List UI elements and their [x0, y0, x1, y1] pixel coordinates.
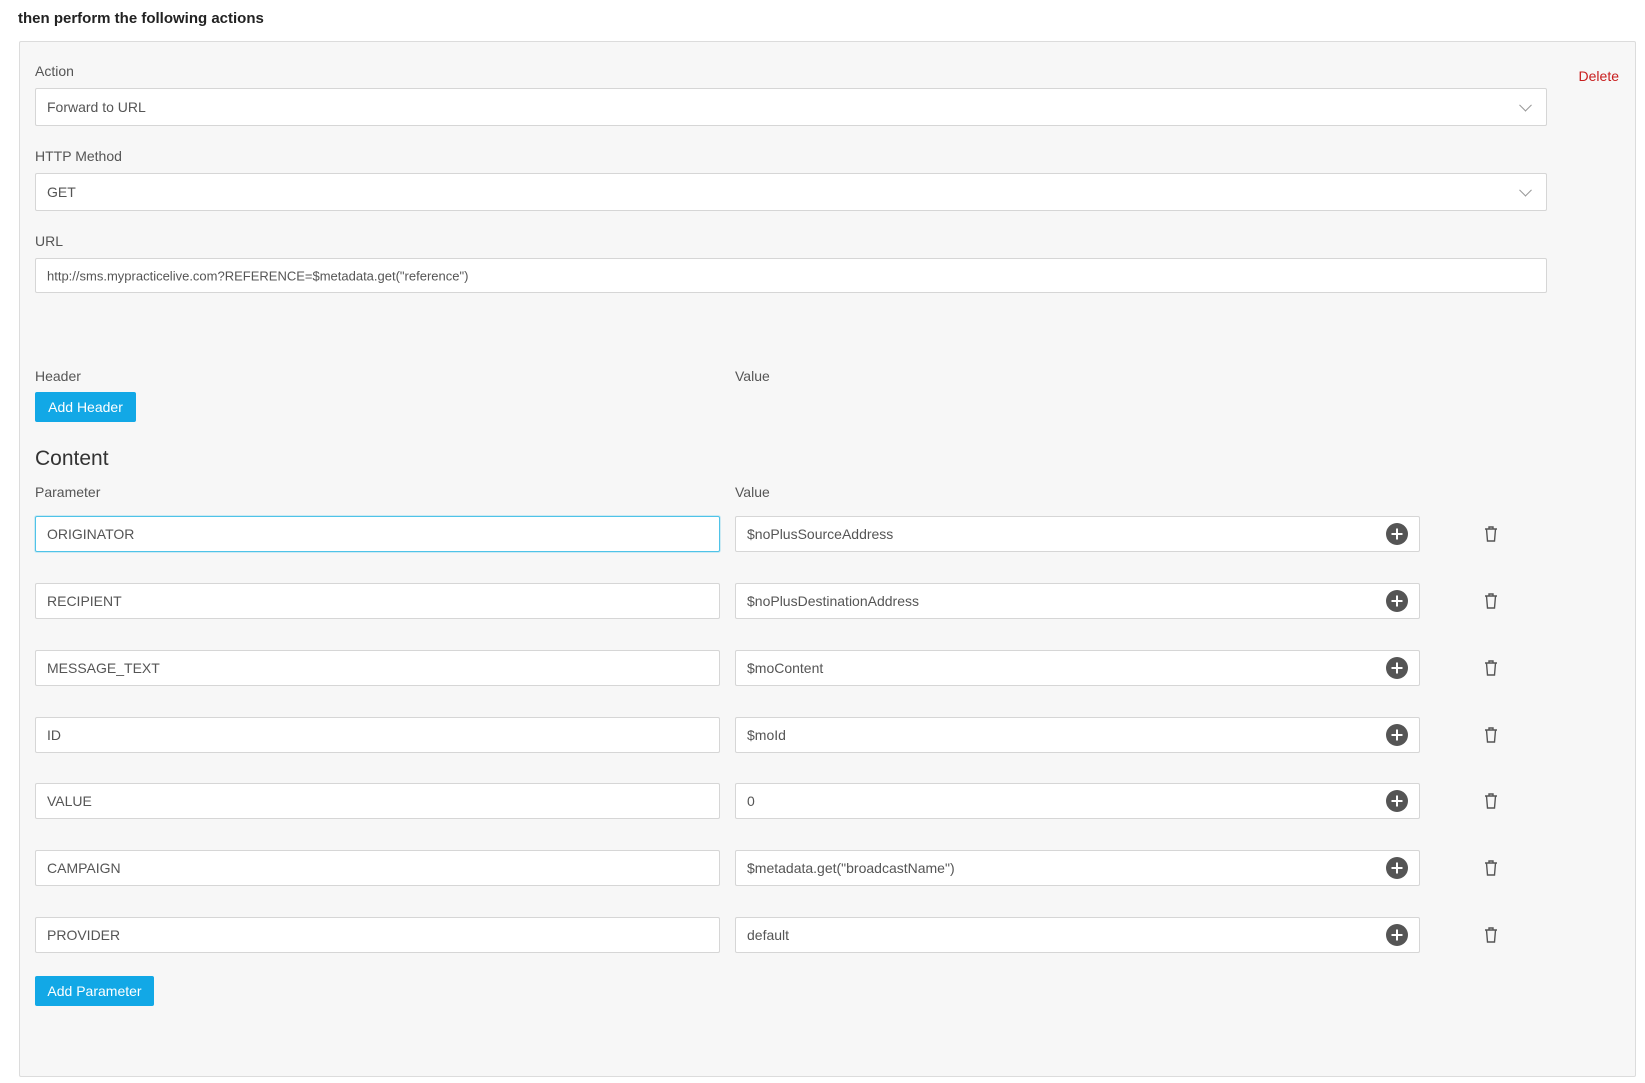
plus-circle-icon[interactable] — [1386, 590, 1408, 612]
trash-icon[interactable] — [1483, 592, 1499, 610]
http-method-label: HTTP Method — [35, 148, 122, 164]
section-title: then perform the following actions — [18, 10, 264, 27]
action-label: Action — [35, 63, 74, 79]
value-input-value: $noPlusSourceAddress — [747, 526, 894, 542]
action-select-value: Forward to URL — [47, 99, 146, 115]
url-input-value: http://sms.mypracticelive.com?REFERENCE=… — [47, 268, 469, 283]
trash-icon[interactable] — [1483, 525, 1499, 543]
chevron-down-icon — [1519, 183, 1532, 197]
http-method-select-value: GET — [47, 184, 76, 200]
plus-circle-icon[interactable] — [1386, 724, 1408, 746]
header-value-column-label: Value — [735, 368, 770, 384]
value-input[interactable]: 0 — [735, 783, 1420, 819]
trash-icon[interactable] — [1483, 659, 1499, 677]
value-input-value: 0 — [747, 793, 755, 809]
value-input[interactable]: default — [735, 917, 1420, 953]
value-column-label: Value — [735, 484, 770, 500]
content-row: MESSAGE_TEXT $moContent — [35, 650, 1595, 686]
parameter-input[interactable]: MESSAGE_TEXT — [35, 650, 720, 686]
add-header-button[interactable]: Add Header — [35, 392, 136, 422]
value-input[interactable]: $moId — [735, 717, 1420, 753]
header-column-label: Header — [35, 368, 81, 384]
content-row: RECIPIENT $noPlusDestinationAddress — [35, 583, 1595, 619]
value-input-value: $noPlusDestinationAddress — [747, 593, 919, 609]
value-input-value: $moId — [747, 727, 786, 743]
url-input[interactable]: http://sms.mypracticelive.com?REFERENCE=… — [35, 258, 1547, 293]
trash-icon[interactable] — [1483, 792, 1499, 810]
content-title: Content — [35, 447, 109, 470]
value-input[interactable]: $moContent — [735, 650, 1420, 686]
plus-circle-icon[interactable] — [1386, 857, 1408, 879]
value-input-value: default — [747, 927, 790, 943]
plus-circle-icon[interactable] — [1386, 523, 1408, 545]
plus-circle-icon[interactable] — [1386, 657, 1408, 679]
trash-icon[interactable] — [1483, 859, 1499, 877]
value-input[interactable]: $noPlusSourceAddress — [735, 516, 1420, 552]
http-method-select[interactable]: GET — [35, 173, 1547, 211]
value-input[interactable]: $metadata.get("broadcastName") — [735, 850, 1420, 886]
add-parameter-button[interactable]: Add Parameter — [35, 976, 154, 1006]
parameter-input-value: RECIPIENT — [47, 593, 122, 609]
trash-icon[interactable] — [1483, 926, 1499, 944]
value-input-value: $moContent — [747, 660, 824, 676]
delete-action-link[interactable]: Delete — [1579, 68, 1619, 84]
trash-icon[interactable] — [1483, 726, 1499, 744]
content-row: ID $moId — [35, 717, 1595, 753]
parameter-input[interactable]: ORIGINATOR — [35, 516, 720, 552]
parameter-input-value: ORIGINATOR — [47, 526, 135, 542]
content-row: VALUE 0 — [35, 783, 1595, 819]
action-panel: Action Delete Forward to URL HTTP Method… — [19, 41, 1636, 1077]
plus-circle-icon[interactable] — [1386, 790, 1408, 812]
parameter-input-value: CAMPAIGN — [47, 860, 121, 876]
parameter-input[interactable]: ID — [35, 717, 720, 753]
parameter-input-value: MESSAGE_TEXT — [47, 660, 160, 676]
parameter-input[interactable]: CAMPAIGN — [35, 850, 720, 886]
url-label: URL — [35, 233, 64, 249]
content-row: PROVIDER default — [35, 917, 1595, 953]
action-select[interactable]: Forward to URL — [35, 88, 1547, 126]
parameter-column-label: Parameter — [35, 484, 101, 500]
parameter-input-value: VALUE — [47, 793, 92, 809]
value-input-value: $metadata.get("broadcastName") — [747, 860, 955, 876]
value-input[interactable]: $noPlusDestinationAddress — [735, 583, 1420, 619]
parameter-input[interactable]: PROVIDER — [35, 917, 720, 953]
chevron-down-icon — [1519, 98, 1532, 112]
parameter-input-value: ID — [47, 727, 61, 743]
content-row: ORIGINATOR $noPlusSourceAddress — [35, 516, 1595, 552]
parameter-input[interactable]: RECIPIENT — [35, 583, 720, 619]
parameter-input-value: PROVIDER — [47, 927, 121, 943]
content-row: CAMPAIGN $metadata.get("broadcastName") — [35, 850, 1595, 886]
parameter-input[interactable]: VALUE — [35, 783, 720, 819]
plus-circle-icon[interactable] — [1386, 924, 1408, 946]
